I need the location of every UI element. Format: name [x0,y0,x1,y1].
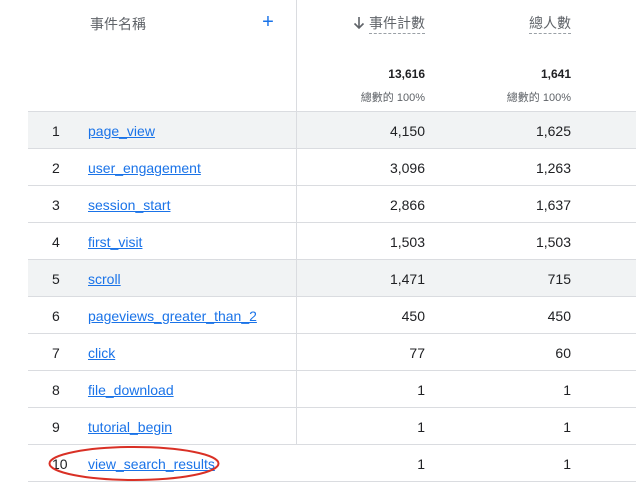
row-index: 9 [52,419,60,435]
table-row: 1 page_view 4,150 1,625 [28,112,636,149]
event-count-cell: 1,471 [389,271,425,287]
total-users-header-label: 總人數 [529,15,571,34]
event-name-link[interactable]: scroll [88,271,121,287]
event-name-header[interactable]: 事件名稱 [90,14,146,34]
table-header: 事件名稱 + 事件計數 總人數 13,616 總數的 100% 1,641 總數… [28,0,636,112]
total-users-total-value: 1,641 [540,67,571,81]
event-count-header[interactable]: 事件計數 [353,13,425,34]
row-index: 10 [52,456,68,472]
total-users-total: 1,641 總數的 100% [507,67,571,105]
total-users-cell: 1 [563,382,571,398]
row-index: 5 [52,271,60,287]
event-count-cell: 1 [417,382,425,398]
table-row: 10 view_search_results 1 1 [28,445,636,482]
event-count-cell: 3,096 [389,160,425,176]
row-index: 8 [52,382,60,398]
event-count-total-pct: 總數的 100% [360,92,425,104]
total-users-cell: 1 [563,419,571,435]
event-name-link[interactable]: view_search_results [88,456,215,472]
total-users-cell: 1,263 [535,160,571,176]
event-name-link[interactable]: session_start [88,197,170,213]
table-row: 7 click 77 60 [28,334,636,371]
arrow-down-icon [353,17,365,30]
event-name-link[interactable]: tutorial_begin [88,419,172,435]
event-name-link[interactable]: page_view [88,123,155,139]
total-users-cell: 1,625 [535,123,571,139]
event-count-total: 13,616 總數的 100% [361,67,425,105]
event-count-cell: 1,503 [389,234,425,250]
table-row: 6 pageviews_greater_than_2 450 450 [28,297,636,334]
row-index: 1 [52,123,60,139]
table-row: 3 session_start 2,866 1,637 [28,186,636,223]
total-users-header[interactable]: 總人數 [529,13,571,34]
event-count-cell: 1 [417,419,425,435]
event-count-cell: 4,150 [389,123,425,139]
total-users-total-pct: 總數的 100% [506,92,571,104]
add-dimension-button[interactable]: + [260,10,276,34]
event-name-link[interactable]: file_download [88,382,174,398]
total-users-cell: 450 [547,308,571,324]
row-index: 3 [52,197,60,213]
total-users-cell: 60 [555,345,571,361]
event-name-link[interactable]: first_visit [88,234,142,250]
plus-icon: + [262,11,274,33]
event-count-header-label: 事件計數 [369,15,425,34]
event-count-cell: 1 [417,456,425,472]
event-name-link[interactable]: user_engagement [88,160,201,176]
total-users-cell: 1,637 [535,197,571,213]
column-divider [296,0,297,444]
table-row: 9 tutorial_begin 1 1 [28,408,636,445]
total-users-cell: 715 [547,271,571,287]
total-users-cell: 1 [563,456,571,472]
row-index: 6 [52,308,60,324]
table-row: 5 scroll 1,471 715 [28,260,636,297]
event-count-cell: 2,866 [389,197,425,213]
events-table: 事件名稱 + 事件計數 總人數 13,616 總數的 100% 1,641 總數… [28,0,636,484]
event-name-link[interactable]: click [88,345,115,361]
table-row: 2 user_engagement 3,096 1,263 [28,149,636,186]
table-row: 4 first_visit 1,503 1,503 [28,223,636,260]
table-body: 1 page_view 4,150 1,625 2 user_engagemen… [28,112,636,482]
event-name-link[interactable]: pageviews_greater_than_2 [88,308,257,324]
event-count-total-value: 13,616 [388,67,425,81]
table-row: 8 file_download 1 1 [28,371,636,408]
event-count-cell: 77 [409,345,425,361]
row-index: 2 [52,160,60,176]
total-users-cell: 1,503 [535,234,571,250]
event-count-cell: 450 [401,308,425,324]
row-index: 7 [52,345,60,361]
row-index: 4 [52,234,60,250]
